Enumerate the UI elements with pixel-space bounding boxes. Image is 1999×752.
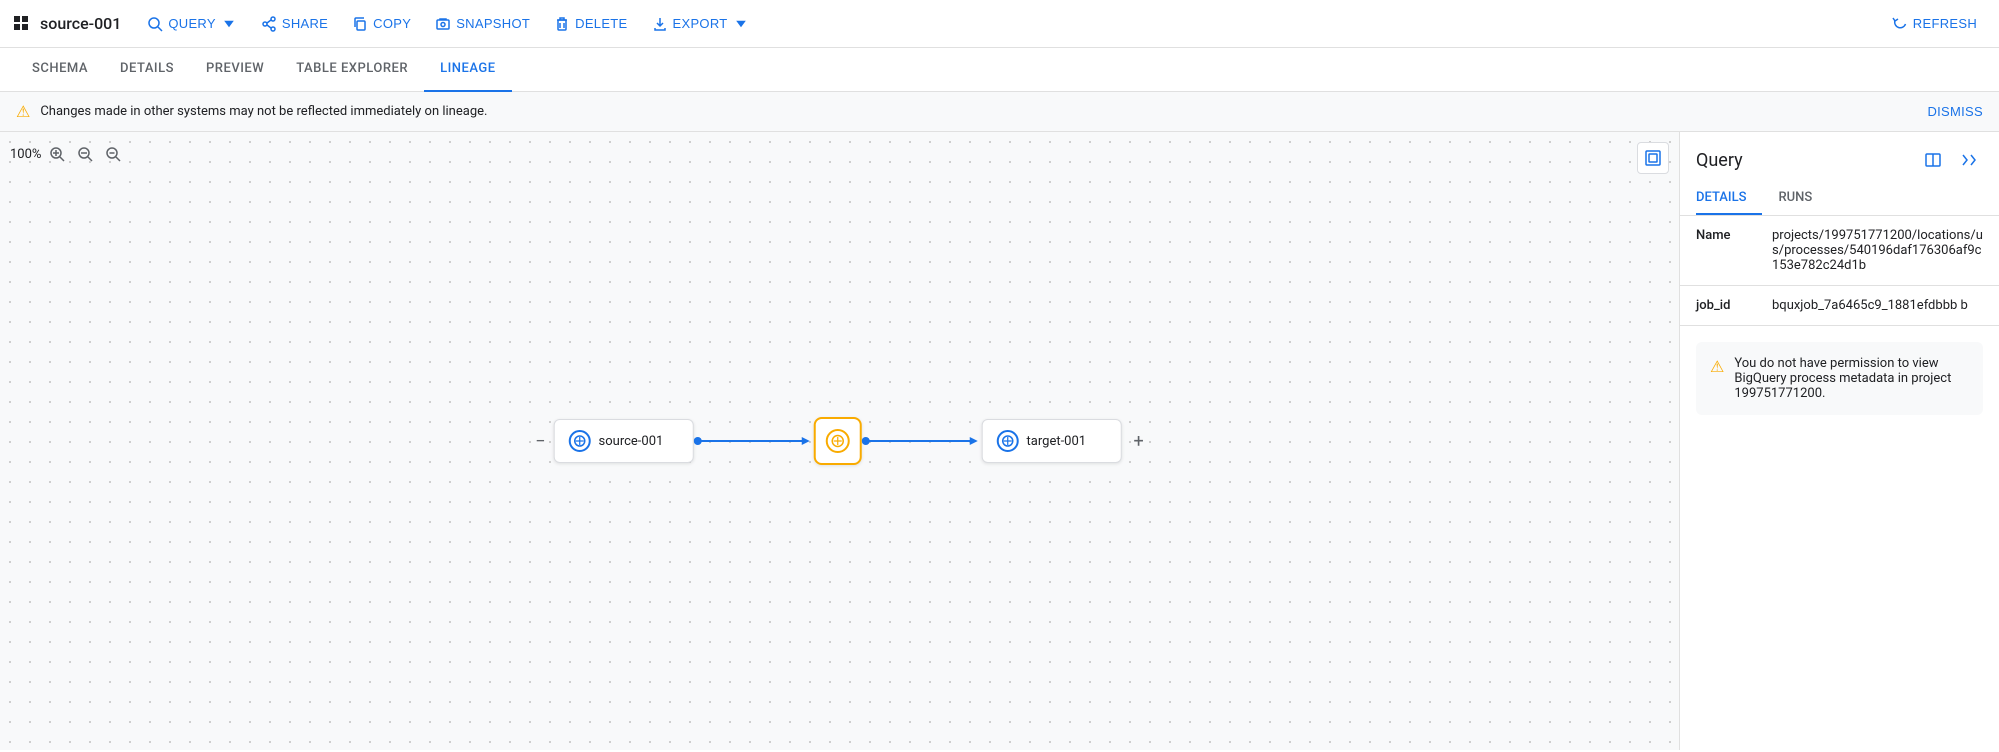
panel-tab-details[interactable]: DETAILS	[1696, 182, 1762, 215]
connector-left	[694, 431, 814, 451]
panel-content: Name projects/199751771200/locations/us/…	[1680, 216, 1999, 750]
right-panel: Query DETAILS	[1679, 132, 1999, 750]
panel-split-button[interactable]	[1919, 146, 1947, 174]
tabbar: SCHEMA DETAILS PREVIEW TABLE EXPLORER LI…	[0, 48, 1999, 92]
tab-table-explorer[interactable]: TABLE EXPLORER	[280, 48, 424, 92]
panel-row-jobid: job_id bquxjob_7a6465c9_1881efdbbb b	[1680, 286, 1999, 326]
tab-schema[interactable]: SCHEMA	[16, 48, 104, 92]
panel-icons	[1919, 146, 1983, 174]
page-title: source-001	[40, 14, 121, 33]
target-plus-button[interactable]: +	[1130, 429, 1148, 454]
query-button[interactable]: QUERY	[137, 10, 247, 38]
panel-warning-card: ⚠ You do not have permission to view Big…	[1696, 342, 1983, 415]
share-button[interactable]: SHARE	[251, 10, 338, 38]
main-content: 100% − so	[0, 132, 1999, 750]
panel-warning-text: You do not have permission to view BigQu…	[1734, 356, 1969, 401]
fit-screen-button[interactable]	[1637, 142, 1669, 174]
snapshot-button[interactable]: SNAPSHOT	[425, 10, 540, 38]
tab-details[interactable]: DETAILS	[104, 48, 190, 92]
toolbar-actions: QUERY SHARE COPY SNAPSHOT DELETE EXPORT	[137, 10, 1009, 38]
process-node[interactable]	[814, 417, 862, 465]
warning-icon: ⚠	[16, 102, 30, 121]
grid-icon	[12, 14, 32, 34]
panel-row-jobid-label: job_id	[1696, 298, 1756, 313]
source-node-label: source-001	[599, 434, 664, 449]
source-node-icon	[569, 430, 591, 452]
panel-row-name: Name projects/199751771200/locations/us/…	[1680, 216, 1999, 286]
tab-lineage[interactable]: LINEAGE	[424, 48, 512, 92]
warning-left: ⚠ Changes made in other systems may not …	[16, 102, 487, 121]
delete-button[interactable]: DELETE	[544, 10, 637, 38]
panel-title: Query	[1696, 150, 1743, 171]
panel-tabs: DETAILS RUNS	[1680, 182, 1999, 216]
target-node-label: target-001	[1027, 434, 1087, 449]
target-node[interactable]: target-001	[982, 419, 1122, 463]
panel-row-jobid-value: bquxjob_7a6465c9_1881efdbbb b	[1772, 298, 1968, 313]
zoom-in-button[interactable]	[45, 142, 69, 166]
toolbar-title: source-001	[12, 14, 121, 34]
source-node[interactable]: source-001	[554, 419, 694, 463]
tab-preview[interactable]: PREVIEW	[190, 48, 280, 92]
copy-button[interactable]: COPY	[342, 10, 421, 38]
panel-tab-runs[interactable]: RUNS	[1778, 182, 1828, 215]
target-node-icon	[997, 430, 1019, 452]
panel-warning-icon: ⚠	[1710, 357, 1724, 376]
export-button[interactable]: EXPORT	[642, 10, 759, 38]
lineage-diagram: − source-001	[531, 417, 1148, 465]
connector-right	[862, 431, 982, 451]
dismiss-button[interactable]: DISMISS	[1927, 104, 1983, 119]
canvas-area[interactable]: 100% − so	[0, 132, 1679, 750]
zoom-out-button[interactable]	[73, 142, 97, 166]
toolbar: source-001 QUERY SHARE COPY SNAPSHOT DEL…	[0, 0, 1999, 48]
panel-row-name-value: projects/199751771200/locations/us/proce…	[1772, 228, 1983, 273]
zoom-controls: 100%	[10, 142, 125, 166]
panel-collapse-button[interactable]	[1955, 146, 1983, 174]
process-node-icon	[826, 429, 850, 453]
panel-header: Query	[1680, 132, 1999, 174]
refresh-button[interactable]: REFRESH	[1882, 10, 1987, 38]
panel-row-name-label: Name	[1696, 228, 1756, 243]
zoom-reset-button[interactable]	[101, 142, 125, 166]
warning-banner: ⚠ Changes made in other systems may not …	[0, 92, 1999, 132]
warning-text: Changes made in other systems may not be…	[40, 104, 487, 119]
zoom-level: 100%	[10, 147, 41, 162]
source-minus-button[interactable]: −	[531, 429, 549, 454]
